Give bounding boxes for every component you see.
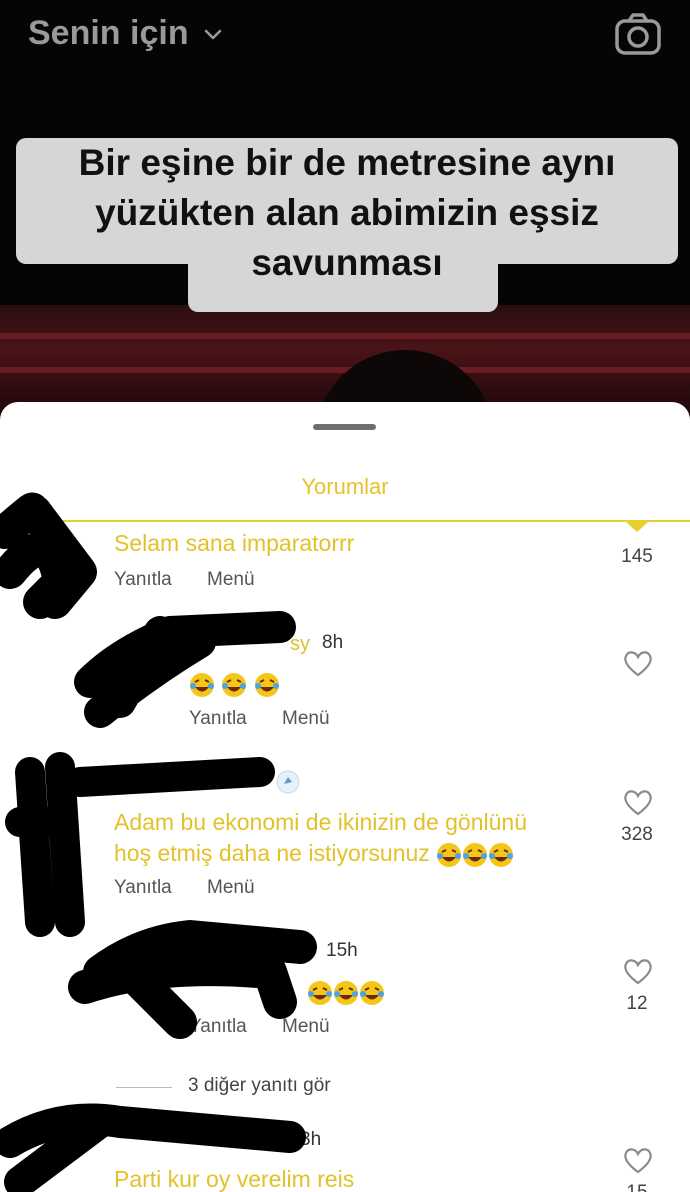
caption-line: savunması [251,242,443,283]
camera-icon[interactable] [614,12,662,56]
caption-line: yüzükten alan abimizin eşsiz [95,192,599,233]
redaction-scribbles [0,492,317,1192]
chevron-down-icon [204,29,221,39]
video-caption: Bir eşine bir de metresine aynı yüzükten… [16,138,678,288]
feed-label: Senin için [28,14,189,52]
caption-line: Bir eşine bir de metresine aynı [78,142,616,183]
feed-selector[interactable]: Senin için [28,14,225,53]
comments-sheet: Yorumlar Selam sana imparatorrr Yanıtla … [0,402,690,1192]
